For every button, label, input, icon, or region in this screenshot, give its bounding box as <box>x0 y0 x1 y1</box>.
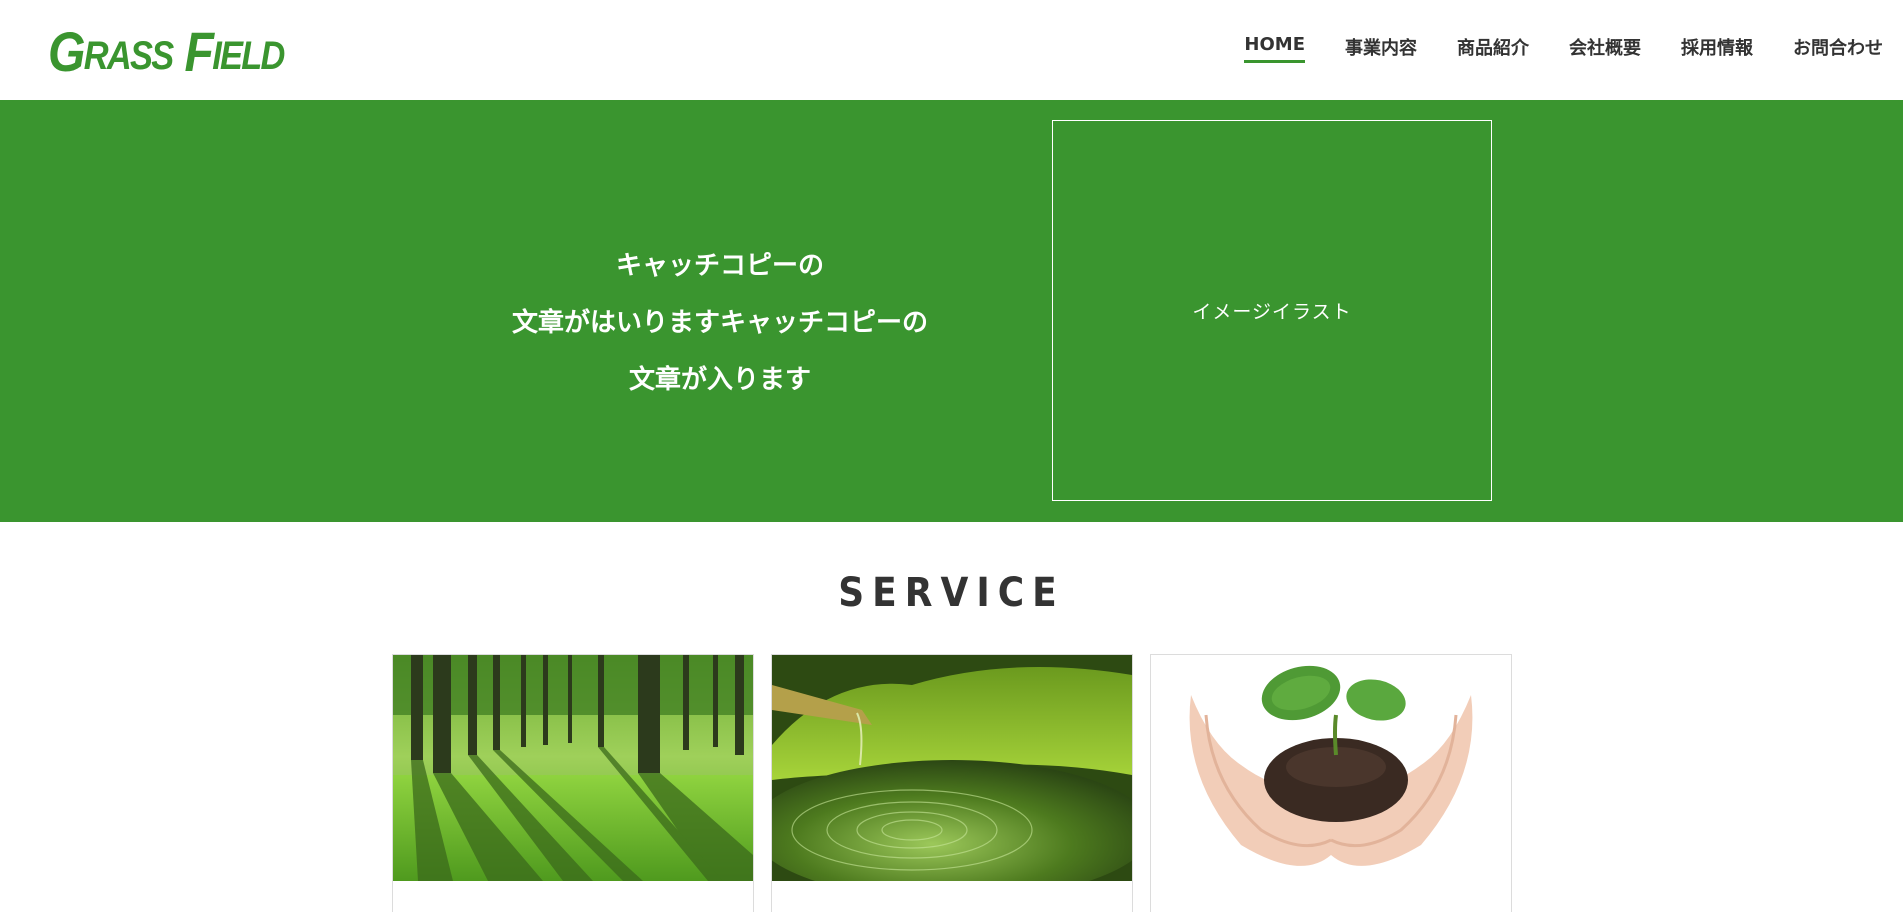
hero-section: キャッチコピーの 文章がはいりますキャッチコピーの 文章が入ります イメージイラ… <box>0 100 1903 522</box>
image-illustration-placeholder: イメージイラスト <box>1052 120 1492 501</box>
service-cards <box>392 654 1512 912</box>
catch-line: 文章が入ります <box>628 365 811 395</box>
logo-text: IELD <box>212 34 285 78</box>
nav-home[interactable]: HOME <box>1244 34 1305 66</box>
seedling-hands-image <box>1151 655 1511 881</box>
service-card[interactable] <box>771 654 1133 912</box>
nav-products[interactable]: 商品紹介 <box>1457 34 1529 66</box>
logo-letter: F <box>184 20 213 83</box>
service-heading: SERVICE <box>838 570 1065 616</box>
nav-contact[interactable]: お問合わせ <box>1793 34 1883 66</box>
nav-company[interactable]: 会社概要 <box>1569 34 1641 66</box>
forest-image <box>393 655 753 881</box>
logo-letter: G <box>48 20 85 83</box>
catch-copy: キャッチコピーの 文章がはいりますキャッチコピーの 文章が入ります <box>400 238 1040 409</box>
illustration-label: イメージイラスト <box>1192 301 1352 323</box>
catch-line: 文章がはいりますキャッチコピーの <box>511 308 928 338</box>
service-card[interactable] <box>392 654 754 912</box>
nav-business[interactable]: 事業内容 <box>1345 34 1417 66</box>
logo-text: RASS <box>83 34 174 78</box>
service-card[interactable] <box>1150 654 1512 912</box>
site-header: G RASS F IELD HOME 事業内容 商品紹介 会社概要 採用情報 お問合わ… <box>0 0 1903 100</box>
moss-water-image <box>772 655 1132 881</box>
main-nav: HOME 事業内容 商品紹介 会社概要 採用情報 お問合わせ <box>1204 34 1883 66</box>
catch-line: キャッチコピーの <box>615 251 824 281</box>
site-logo[interactable]: G RASS F IELD <box>48 20 285 83</box>
nav-recruit[interactable]: 採用情報 <box>1681 34 1753 66</box>
